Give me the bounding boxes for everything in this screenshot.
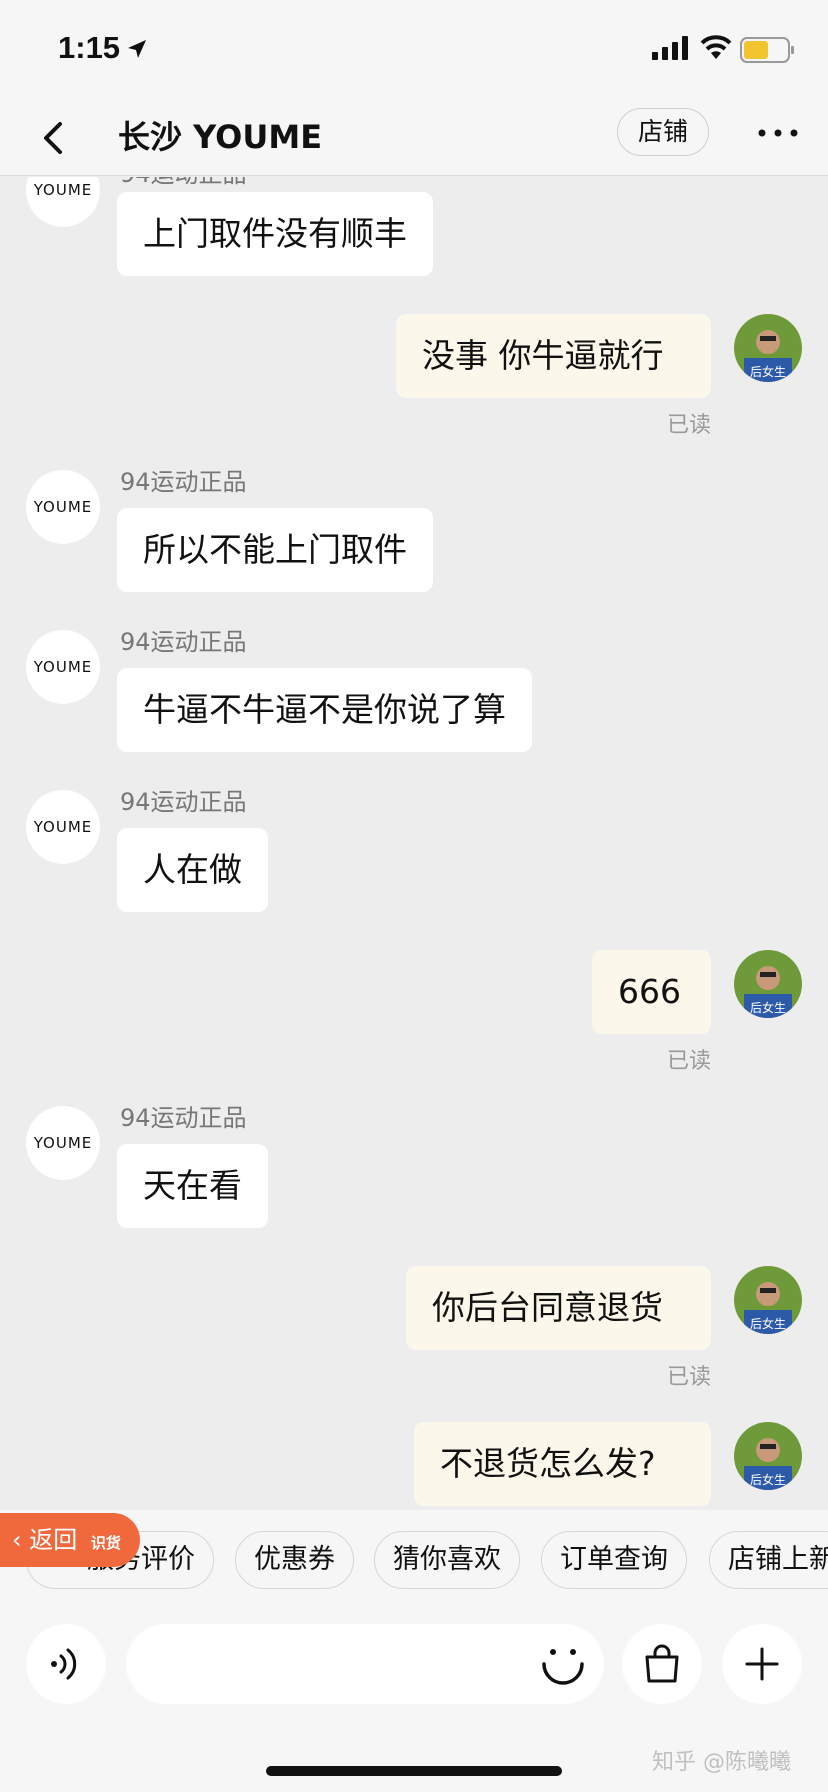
shopping-bag-icon bbox=[645, 1644, 679, 1683]
user-avatar-image: 后女生 bbox=[734, 1422, 802, 1490]
status-bar: 1:15 bbox=[0, 0, 828, 100]
svg-text:后女生: 后女生 bbox=[750, 364, 786, 379]
quick-menu-coupon[interactable]: 优惠券 bbox=[235, 1531, 354, 1589]
read-status: 已读 bbox=[667, 1049, 712, 1074]
shop-avatar-text: YOUME bbox=[33, 658, 93, 676]
return-label: 返回 bbox=[29, 1526, 78, 1554]
smiley-icon bbox=[542, 1649, 584, 1685]
user-avatar[interactable]: 后女生 bbox=[734, 1422, 802, 1490]
quick-menu-new-arrivals[interactable]: 店铺上新 bbox=[709, 1531, 828, 1589]
shop-button[interactable]: 店铺 bbox=[617, 108, 709, 156]
message-bubble-incoming[interactable]: 上门取件没有顺丰 bbox=[117, 192, 433, 276]
input-bar: 知乎 @陈曦曦 bbox=[0, 1620, 828, 1792]
shop-avatar[interactable]: YOUME bbox=[26, 790, 100, 864]
more-button[interactable] bbox=[756, 118, 800, 148]
zhihu-watermark: 知乎 @陈曦曦 bbox=[652, 1750, 791, 1775]
shop-avatar[interactable]: YOUME bbox=[26, 470, 100, 544]
sender-name: 94运动正品 bbox=[120, 177, 247, 189]
location-arrow-icon bbox=[128, 40, 146, 58]
battery-icon bbox=[740, 37, 794, 63]
product-button[interactable] bbox=[622, 1624, 702, 1704]
user-avatar[interactable]: 后女生 bbox=[734, 314, 802, 382]
message-bubble-outgoing[interactable]: 没事 你牛逼就行 bbox=[396, 314, 711, 398]
sender-name: 94运动正品 bbox=[120, 468, 247, 496]
user-avatar-image: 后女生 bbox=[734, 950, 802, 1018]
home-indicator[interactable] bbox=[266, 1766, 562, 1776]
chevron-left-icon: ‹ bbox=[12, 1526, 22, 1554]
svg-text:后女生: 后女生 bbox=[750, 1472, 786, 1487]
chevron-left-icon bbox=[44, 122, 62, 154]
user-avatar-image: 后女生 bbox=[734, 1266, 802, 1334]
emoji-button[interactable] bbox=[538, 1638, 588, 1688]
wifi-icon bbox=[700, 35, 732, 59]
voice-icon bbox=[51, 1648, 77, 1680]
shop-avatar-text: YOUME bbox=[33, 498, 93, 516]
user-avatar[interactable]: 后女生 bbox=[734, 1266, 802, 1334]
back-button[interactable] bbox=[34, 112, 74, 162]
quick-menu-recommend[interactable]: 猜你喜欢 bbox=[374, 1531, 520, 1589]
read-status: 已读 bbox=[667, 1365, 712, 1390]
shop-avatar[interactable]: YOUME bbox=[26, 630, 100, 704]
chat-title: 长沙 YOUME bbox=[118, 118, 323, 156]
message-bubble-outgoing[interactable]: 不退货怎么发? bbox=[414, 1422, 711, 1506]
svg-text:后女生: 后女生 bbox=[750, 1316, 786, 1331]
status-time: 1:15 bbox=[58, 30, 121, 65]
more-actions-button[interactable] bbox=[722, 1624, 802, 1704]
message-bubble-outgoing[interactable]: 你后台同意退货 bbox=[406, 1266, 711, 1350]
message-bubble-outgoing[interactable]: 666 bbox=[592, 950, 711, 1034]
shop-avatar-text: YOUME bbox=[33, 1134, 93, 1152]
message-bubble-incoming[interactable]: 牛逼不牛逼不是你说了算 bbox=[117, 668, 532, 752]
quick-menu-order-query[interactable]: 订单查询 bbox=[541, 1531, 687, 1589]
shop-avatar-text: YOUME bbox=[33, 818, 93, 836]
shop-avatar[interactable]: YOUME bbox=[26, 177, 100, 227]
shihuo-badge: 识货 bbox=[90, 1534, 121, 1552]
sender-name: 94运动正品 bbox=[120, 788, 247, 816]
read-status: 已读 bbox=[667, 413, 712, 438]
return-button[interactable]: ‹ 返回 识货 bbox=[0, 1513, 140, 1567]
user-avatar[interactable]: 后女生 bbox=[734, 950, 802, 1018]
cellular-signal-icon bbox=[652, 36, 688, 60]
sender-name: 94运动正品 bbox=[120, 628, 247, 656]
chat-message-list[interactable]: YOUME 94运动正品 上门取件没有顺丰 没事 你牛逼就行 后女生 已读 YO… bbox=[0, 177, 828, 1510]
more-dots-icon bbox=[758, 129, 798, 137]
shop-avatar[interactable]: YOUME bbox=[26, 1106, 100, 1180]
message-input[interactable] bbox=[126, 1624, 604, 1704]
sender-name: 94运动正品 bbox=[120, 1104, 247, 1132]
plus-icon bbox=[745, 1647, 779, 1681]
svg-text:后女生: 后女生 bbox=[750, 1000, 786, 1015]
message-bubble-incoming[interactable]: 人在做 bbox=[117, 828, 268, 912]
message-bubble-incoming[interactable]: 所以不能上门取件 bbox=[117, 508, 433, 592]
user-avatar-image: 后女生 bbox=[734, 314, 802, 382]
voice-button[interactable] bbox=[26, 1624, 106, 1704]
nav-bar: 长沙 YOUME 店铺 bbox=[0, 100, 828, 176]
message-bubble-incoming[interactable]: 天在看 bbox=[117, 1144, 268, 1228]
shop-avatar-text: YOUME bbox=[33, 181, 93, 199]
